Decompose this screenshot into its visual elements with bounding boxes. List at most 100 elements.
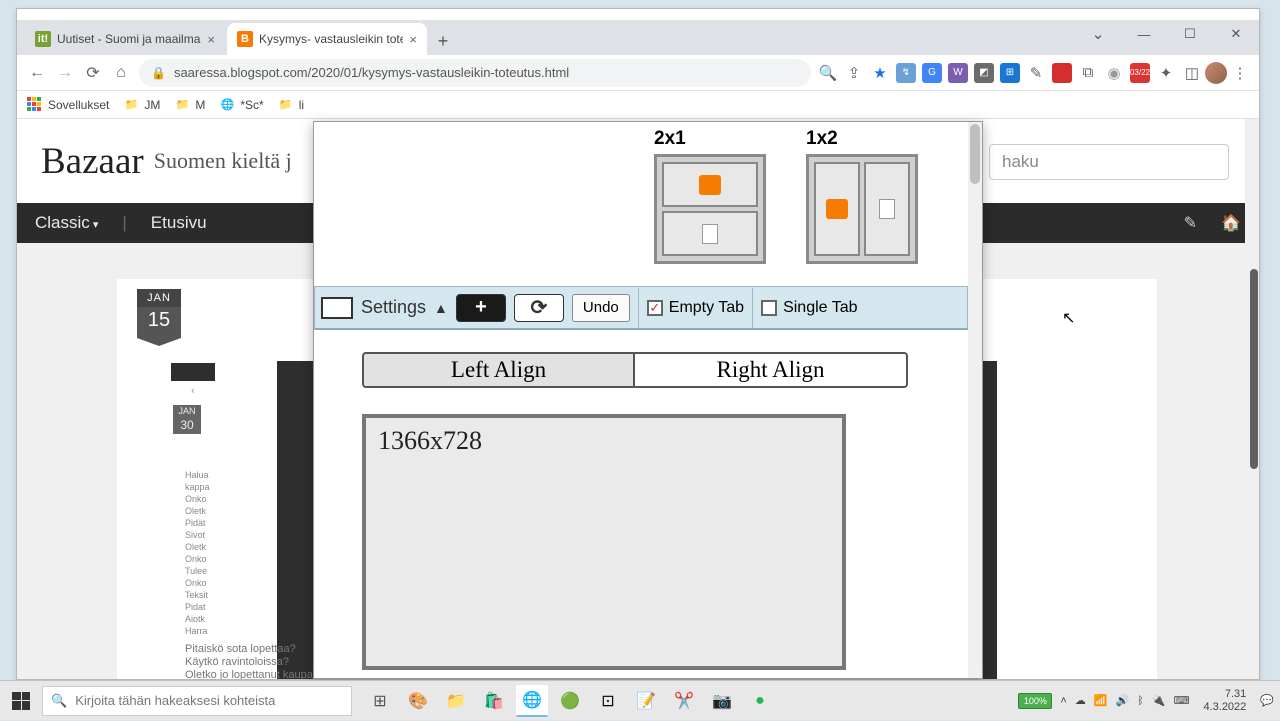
- bm-m[interactable]: 📁M: [174, 97, 205, 113]
- battery-indicator[interactable]: 100%: [1018, 693, 1052, 709]
- back-button[interactable]: ←: [23, 59, 51, 87]
- share-icon[interactable]: ⇪: [841, 60, 867, 86]
- close-button[interactable]: ✕: [1213, 19, 1259, 49]
- notification-icon[interactable]: 💬: [1260, 694, 1274, 707]
- layout-presets: 2x1 1x2: [654, 128, 918, 264]
- url-input[interactable]: 🔒 saaressa.blogspot.com/2020/01/kysymys-…: [139, 59, 811, 87]
- monitor-icon[interactable]: [321, 297, 353, 319]
- ext-icon-red[interactable]: [1052, 63, 1072, 83]
- address-bar: ← → ⟳ ⌂ 🔒 saaressa.blogspot.com/2020/01/…: [17, 55, 1259, 91]
- settings-button[interactable]: Settings: [361, 297, 426, 318]
- store-icon[interactable]: 🛍️: [478, 685, 510, 717]
- bluetooth-icon[interactable]: ᛒ: [1137, 695, 1144, 707]
- bm-jm[interactable]: 📁JM: [123, 97, 160, 113]
- snip-icon[interactable]: ✂️: [668, 685, 700, 717]
- lock-icon: 🔒: [151, 66, 166, 80]
- explorer-icon[interactable]: 📁: [440, 685, 472, 717]
- edit-icon[interactable]: ✎: [1184, 213, 1197, 233]
- right-align-button[interactable]: Right Align: [635, 352, 908, 388]
- wifi-icon[interactable]: 📶: [1094, 694, 1108, 707]
- home-icon[interactable]: 🏠: [1221, 213, 1241, 233]
- paint-icon[interactable]: 🎨: [402, 685, 434, 717]
- ext-icon-4[interactable]: ◩: [974, 63, 994, 83]
- add-layout-button[interactable]: +: [456, 294, 506, 322]
- minimize-button[interactable]: —: [1121, 19, 1167, 49]
- tab-close-icon[interactable]: ×: [409, 32, 417, 47]
- taskbar-search[interactable]: 🔍 Kirjoita tähän hakeaksesi kohteista: [42, 686, 352, 716]
- tab-title: Kysymys- vastausleikin toteutus: [259, 32, 403, 46]
- reload-button[interactable]: ⟳: [79, 59, 107, 87]
- tile-tabs-panel: 2x1 1x2 Settings ▲ + ⟳ Undo: [313, 121, 983, 679]
- page-scrollbar[interactable]: [1245, 119, 1259, 679]
- resolution-box[interactable]: 1366x728: [362, 414, 846, 670]
- ext-open-icon[interactable]: ⧉: [1075, 60, 1101, 86]
- maximize-button[interactable]: ☐: [1167, 19, 1213, 49]
- layout-2x1[interactable]: 2x1: [654, 128, 766, 264]
- panel-toolbar: Settings ▲ + ⟳ Undo ✓ Empty Tab Single T…: [314, 286, 968, 330]
- ext-tile-tabs-icon[interactable]: ⊞: [1000, 63, 1020, 83]
- bm-apps[interactable]: Sovellukset: [27, 97, 109, 113]
- site-search-input[interactable]: haku: [989, 144, 1229, 180]
- folder-icon: 📁: [123, 97, 139, 113]
- start-button[interactable]: [0, 681, 42, 721]
- star-icon[interactable]: ★: [867, 60, 893, 86]
- site-brand[interactable]: Bazaar: [41, 140, 144, 183]
- clock[interactable]: 7.314.3.2022: [1203, 688, 1246, 714]
- pencil-icon[interactable]: ✎: [1023, 60, 1049, 86]
- checkbox-checked-icon: ✓: [647, 300, 663, 316]
- panel-scrollbar[interactable]: [968, 122, 982, 678]
- sidepanel-icon[interactable]: ◫: [1179, 60, 1205, 86]
- ext-translate-icon[interactable]: G: [922, 63, 942, 83]
- taskbar: 🔍 Kirjoita tähän hakeaksesi kohteista ⊞ …: [0, 680, 1280, 720]
- taskbar-apps: ⊞ 🎨 📁 🛍️ 🌐 🟢 ⊡ 📝 ✂️ 📷 ●: [364, 685, 776, 717]
- cloud-icon[interactable]: ☁: [1075, 694, 1086, 707]
- home-button[interactable]: ⌂: [107, 59, 135, 87]
- mini-text-lines: HaluakappaOnkoOletkPidätSivotOletkOnkoTu…: [185, 469, 210, 637]
- keyboard-icon[interactable]: ⌨: [1174, 694, 1190, 707]
- tabstrip: it! Uutiset - Suomi ja maailma - Su × B …: [17, 21, 1259, 55]
- ext-location-icon[interactable]: ◉: [1101, 60, 1127, 86]
- tab-close-icon[interactable]: ×: [207, 32, 215, 47]
- power-icon[interactable]: 🔌: [1152, 694, 1166, 707]
- favicon-blogger: B: [237, 31, 253, 47]
- spotify-icon[interactable]: ●: [744, 685, 776, 717]
- menu-icon[interactable]: ⋮: [1227, 60, 1253, 86]
- titlebar: [17, 9, 1259, 21]
- tab-uutiset[interactable]: it! Uutiset - Suomi ja maailma - Su ×: [25, 23, 225, 55]
- tray-chevron-icon[interactable]: ˄: [1060, 695, 1066, 707]
- undo-button[interactable]: Undo: [572, 294, 630, 322]
- bm-li[interactable]: 📁li: [278, 97, 304, 113]
- volume-icon[interactable]: 🔊: [1116, 694, 1130, 707]
- single-tab-checkbox[interactable]: Single Tab: [761, 299, 857, 317]
- screenshot-icon[interactable]: ⊡: [592, 685, 624, 717]
- ext-date-icon[interactable]: 03/22: [1130, 63, 1150, 83]
- zoom-icon[interactable]: 🔍: [815, 60, 841, 86]
- globe-icon: 🌐: [219, 97, 235, 113]
- menu-home[interactable]: Etusivu: [151, 213, 207, 233]
- ext-icon-1[interactable]: ↯: [896, 63, 916, 83]
- tab-kysymys[interactable]: B Kysymys- vastausleikin toteutus ×: [227, 23, 427, 55]
- edge-icon[interactable]: 🟢: [554, 685, 586, 717]
- search-icon: 🔍: [51, 693, 67, 709]
- layout-1x2[interactable]: 1x2: [806, 128, 918, 264]
- doc-icon: [702, 224, 718, 244]
- chrome-icon[interactable]: 🌐: [516, 685, 548, 717]
- window-controls: ⌄ — ☐ ✕: [1075, 19, 1259, 49]
- menu-classic[interactable]: Classic: [35, 213, 98, 233]
- taskview-icon[interactable]: ⊞: [364, 685, 396, 717]
- empty-tab-checkbox[interactable]: ✓ Empty Tab: [647, 299, 744, 317]
- forward-button[interactable]: →: [51, 59, 79, 87]
- extensions-icon[interactable]: ✦: [1153, 60, 1179, 86]
- window-dropdown-icon[interactable]: ⌄: [1075, 19, 1121, 49]
- bm-sc[interactable]: 🌐*Sc*: [219, 97, 263, 113]
- collapse-icon[interactable]: ▲: [434, 300, 448, 316]
- blogger-icon: [826, 199, 848, 219]
- doc-icon: [879, 199, 895, 219]
- refresh-button[interactable]: ⟳: [514, 294, 564, 322]
- profile-avatar[interactable]: [1205, 62, 1227, 84]
- notes-icon[interactable]: 📝: [630, 685, 662, 717]
- camera-icon[interactable]: 📷: [706, 685, 738, 717]
- new-tab-button[interactable]: +: [429, 27, 457, 55]
- ext-icon-3[interactable]: W: [948, 63, 968, 83]
- left-align-button[interactable]: Left Align: [362, 352, 635, 388]
